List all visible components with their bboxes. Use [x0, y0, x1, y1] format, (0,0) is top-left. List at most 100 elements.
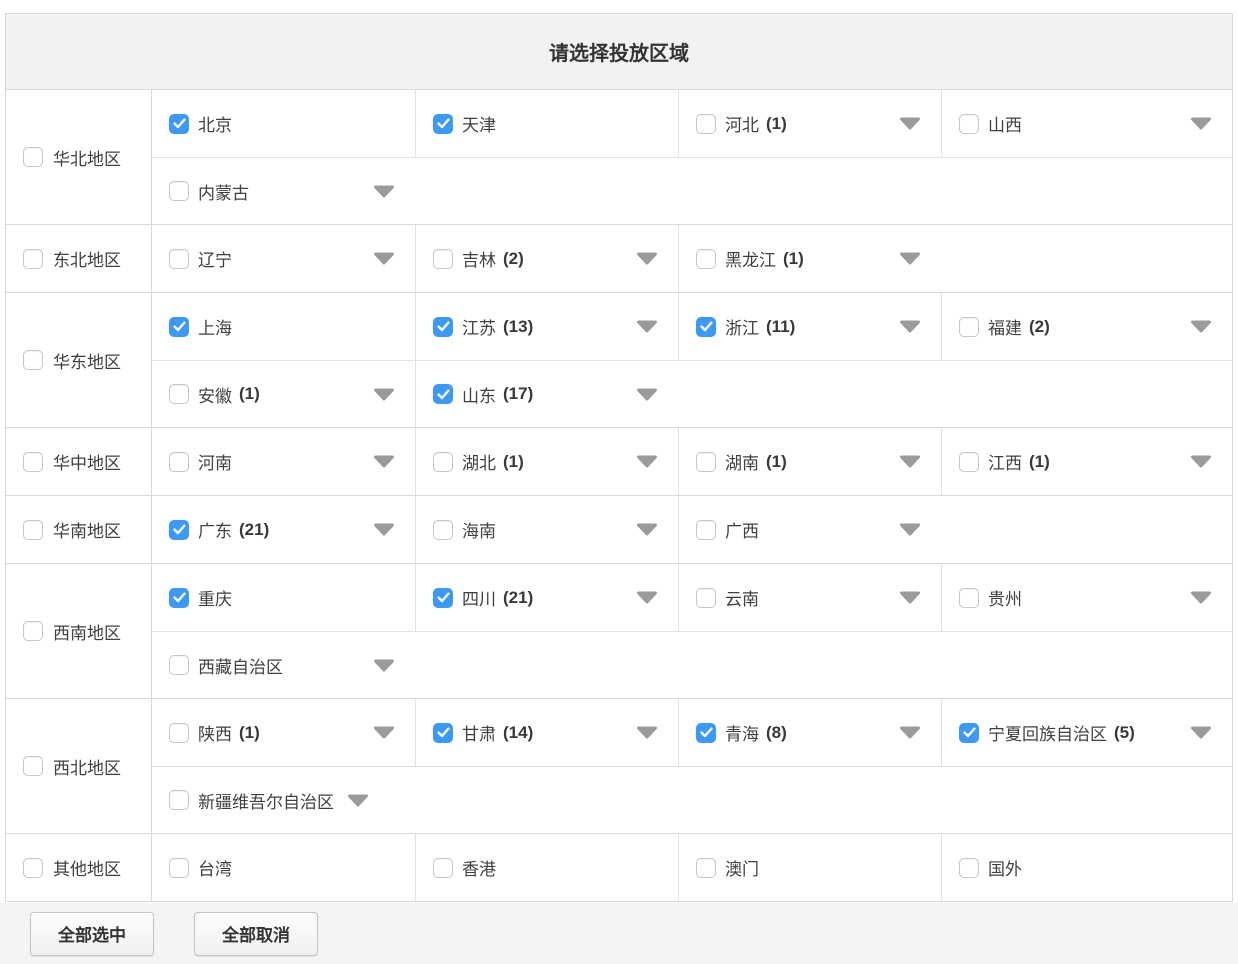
province-checkbox[interactable] [169, 249, 189, 269]
region-cell[interactable]: 西南地区 [6, 564, 152, 698]
chevron-down-icon[interactable] [899, 320, 921, 333]
province-checkbox[interactable] [696, 858, 716, 878]
chevron-down-icon[interactable] [1190, 591, 1212, 604]
province-cell[interactable]: 西藏自治区 [152, 632, 415, 698]
chevron-down-icon[interactable] [636, 523, 658, 536]
province-checkbox[interactable] [433, 520, 453, 540]
region-checkbox[interactable] [23, 520, 43, 540]
region-cell[interactable]: 华中地区 [6, 428, 152, 495]
province-cell[interactable]: 山西 [941, 90, 1232, 157]
province-cell[interactable]: 河北(1) [678, 90, 941, 157]
province-checkbox[interactable] [169, 114, 189, 134]
region-checkbox[interactable] [23, 147, 43, 167]
region-checkbox[interactable] [23, 249, 43, 269]
chevron-down-icon[interactable] [899, 523, 921, 536]
chevron-down-icon[interactable] [373, 659, 395, 672]
province-cell[interactable]: 湖南(1) [678, 428, 941, 495]
province-cell[interactable]: 福建(2) [941, 293, 1232, 360]
chevron-down-icon[interactable] [636, 726, 658, 739]
province-cell[interactable]: 台湾 [152, 834, 415, 901]
province-cell[interactable]: 内蒙古 [152, 158, 415, 224]
region-cell[interactable]: 西北地区 [6, 699, 152, 833]
region-cell[interactable]: 华东地区 [6, 293, 152, 427]
province-checkbox[interactable] [696, 588, 716, 608]
chevron-down-icon[interactable] [899, 117, 921, 130]
province-cell[interactable]: 江西(1) [941, 428, 1232, 495]
chevron-down-icon[interactable] [899, 252, 921, 265]
chevron-down-icon[interactable] [373, 388, 395, 401]
province-cell[interactable]: 云南 [678, 564, 941, 631]
province-checkbox[interactable] [696, 520, 716, 540]
province-cell[interactable]: 广东(21) [152, 496, 415, 563]
province-checkbox[interactable] [959, 317, 979, 337]
province-checkbox[interactable] [959, 588, 979, 608]
province-cell[interactable]: 新疆维吾尔自治区 [152, 767, 1232, 833]
province-checkbox[interactable] [433, 452, 453, 472]
province-checkbox[interactable] [696, 452, 716, 472]
chevron-down-icon[interactable] [1190, 117, 1212, 130]
province-checkbox[interactable] [433, 588, 453, 608]
province-cell[interactable]: 甘肃(14) [415, 699, 678, 766]
province-checkbox[interactable] [169, 588, 189, 608]
province-cell[interactable]: 江苏(13) [415, 293, 678, 360]
province-checkbox[interactable] [959, 452, 979, 472]
province-cell[interactable]: 北京 [152, 90, 415, 157]
province-checkbox[interactable] [433, 317, 453, 337]
chevron-down-icon[interactable] [373, 252, 395, 265]
province-cell[interactable]: 四川(21) [415, 564, 678, 631]
region-checkbox[interactable] [23, 452, 43, 472]
province-checkbox[interactable] [169, 858, 189, 878]
province-checkbox[interactable] [696, 249, 716, 269]
province-checkbox[interactable] [169, 790, 189, 810]
province-cell[interactable]: 辽宁 [152, 225, 415, 292]
province-cell[interactable]: 澳门 [678, 834, 941, 901]
province-checkbox[interactable] [169, 384, 189, 404]
chevron-down-icon[interactable] [899, 591, 921, 604]
province-cell[interactable]: 安徽(1) [152, 361, 415, 427]
province-checkbox[interactable] [169, 181, 189, 201]
province-checkbox[interactable] [433, 114, 453, 134]
province-checkbox[interactable] [169, 317, 189, 337]
province-cell[interactable]: 天津 [415, 90, 678, 157]
chevron-down-icon[interactable] [636, 388, 658, 401]
province-cell[interactable]: 香港 [415, 834, 678, 901]
province-checkbox[interactable] [959, 723, 979, 743]
chevron-down-icon[interactable] [636, 455, 658, 468]
province-checkbox[interactable] [433, 723, 453, 743]
chevron-down-icon[interactable] [373, 185, 395, 198]
cancel-all-button[interactable]: 全部取消 [194, 912, 318, 956]
province-checkbox[interactable] [169, 520, 189, 540]
chevron-down-icon[interactable] [899, 726, 921, 739]
chevron-down-icon[interactable] [373, 726, 395, 739]
province-checkbox[interactable] [433, 858, 453, 878]
chevron-down-icon[interactable] [1190, 726, 1212, 739]
region-checkbox[interactable] [23, 756, 43, 776]
province-checkbox[interactable] [169, 655, 189, 675]
chevron-down-icon[interactable] [373, 523, 395, 536]
province-cell[interactable]: 海南 [415, 496, 678, 563]
province-checkbox[interactable] [169, 452, 189, 472]
province-cell[interactable]: 上海 [152, 293, 415, 360]
province-checkbox[interactable] [169, 723, 189, 743]
province-checkbox[interactable] [696, 723, 716, 743]
chevron-down-icon[interactable] [347, 794, 369, 807]
province-checkbox[interactable] [433, 249, 453, 269]
chevron-down-icon[interactable] [636, 591, 658, 604]
province-cell[interactable]: 宁夏回族自治区(5) [941, 699, 1232, 766]
region-cell[interactable]: 其他地区 [6, 834, 152, 901]
region-checkbox[interactable] [23, 858, 43, 878]
province-cell[interactable]: 湖北(1) [415, 428, 678, 495]
province-checkbox[interactable] [696, 114, 716, 134]
province-cell[interactable]: 广西 [678, 496, 941, 563]
region-cell[interactable]: 华南地区 [6, 496, 152, 563]
province-checkbox[interactable] [433, 384, 453, 404]
province-cell[interactable]: 山东(17) [415, 361, 678, 427]
region-cell[interactable]: 华北地区 [6, 90, 152, 224]
province-cell[interactable]: 河南 [152, 428, 415, 495]
province-cell[interactable]: 陕西(1) [152, 699, 415, 766]
chevron-down-icon[interactable] [1190, 455, 1212, 468]
region-cell[interactable]: 东北地区 [6, 225, 152, 292]
province-checkbox[interactable] [696, 317, 716, 337]
province-cell[interactable]: 黑龙江(1) [678, 225, 941, 292]
province-cell[interactable]: 浙江(11) [678, 293, 941, 360]
